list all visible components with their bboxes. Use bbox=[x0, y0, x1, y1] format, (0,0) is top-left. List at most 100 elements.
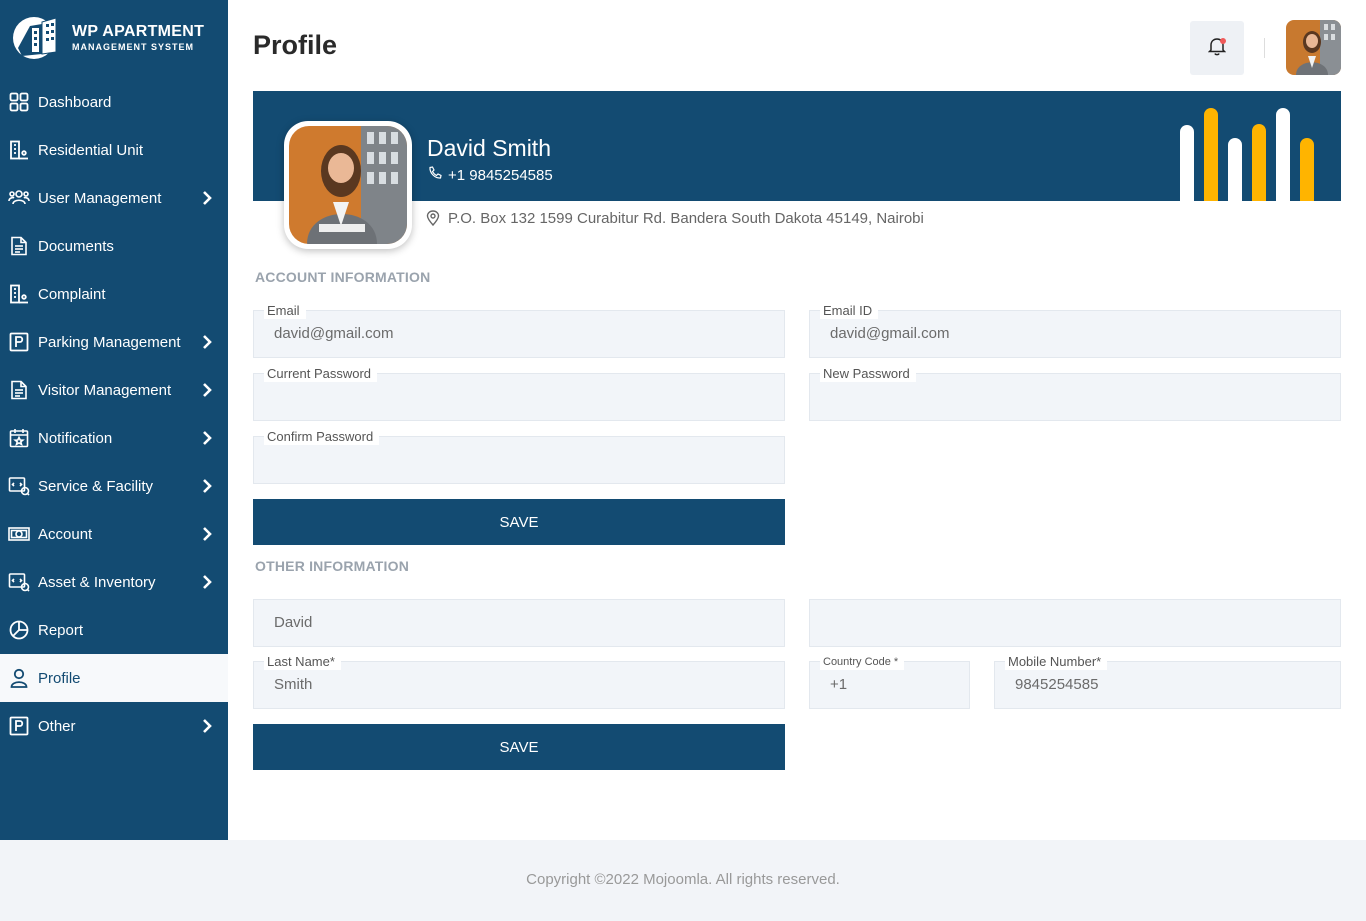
sidebar-item-label: Other bbox=[38, 717, 76, 735]
sidebar-item-service-facility[interactable]: Service & Facility bbox=[0, 462, 228, 510]
email-id-field[interactable]: Email ID david@gmail.com bbox=[809, 303, 1341, 358]
brand-subtitle: MANAGEMENT SYSTEM bbox=[72, 42, 195, 52]
sidebar-item-other[interactable]: Other bbox=[0, 702, 228, 750]
sidebar-item-documents[interactable]: Documents bbox=[0, 222, 228, 270]
pie-chart-icon bbox=[8, 619, 30, 641]
email-id-label: Email ID bbox=[820, 303, 879, 319]
chevron-right-icon bbox=[200, 526, 214, 542]
main-content: Profile David Smith +1 9845254585 P.O. B… bbox=[228, 0, 1366, 840]
sidebar-item-label: Notification bbox=[38, 429, 113, 447]
sidebar-item-label: Visitor Management bbox=[38, 381, 172, 399]
sidebar-item-complaint[interactable]: Complaint bbox=[0, 270, 228, 318]
account-section-title: ACCOUNT INFORMATION bbox=[255, 269, 431, 285]
profile-address: P.O. Box 132 1599 Curabitur Rd. Bandera … bbox=[426, 207, 926, 233]
parking-icon bbox=[8, 331, 30, 353]
sidebar-nav: Dashboard Residential Unit User Manageme… bbox=[0, 78, 228, 750]
sidebar-item-label: Residential Unit bbox=[38, 141, 144, 159]
notification-dot bbox=[1220, 38, 1226, 44]
decor-bar bbox=[1252, 124, 1266, 201]
sidebar-item-label: User Management bbox=[38, 189, 162, 207]
page-title: Profile bbox=[253, 30, 338, 60]
sidebar-item-label: Report bbox=[38, 621, 84, 639]
current-password-label: Current Password bbox=[264, 366, 378, 382]
sidebar-item-visitor-management[interactable]: Visitor Management bbox=[0, 366, 228, 414]
last-name-value: Smith bbox=[274, 676, 313, 693]
header-divider bbox=[1264, 38, 1265, 58]
money-icon bbox=[8, 523, 30, 545]
chevron-right-icon bbox=[200, 430, 214, 446]
profile-phone-value: +1 9845254585 bbox=[448, 166, 553, 184]
new-password-field[interactable]: New Password bbox=[809, 366, 1341, 421]
last-name-field[interactable]: Last Name* Smith bbox=[253, 654, 785, 709]
new-password-label: New Password bbox=[820, 366, 916, 382]
sidebar-item-notification[interactable]: Notification bbox=[0, 414, 228, 462]
sidebar-item-asset-inventory[interactable]: Asset & Inventory bbox=[0, 558, 228, 606]
location-pin-icon bbox=[426, 210, 440, 233]
profile-name: David Smith bbox=[427, 135, 551, 161]
brand-title: WP APARTMENT bbox=[72, 23, 205, 40]
sidebar-item-label: Documents bbox=[38, 237, 114, 255]
sidebar-item-label: Account bbox=[38, 525, 93, 543]
sidebar: WP APARTMENT MANAGEMENT SYSTEM Dashboard… bbox=[0, 0, 228, 840]
sidebar-item-profile[interactable]: Profile bbox=[0, 654, 228, 702]
current-password-field[interactable]: Current Password bbox=[253, 366, 785, 421]
copyright-text: Copyright ©2022 Mojoomla. All rights res… bbox=[526, 871, 840, 888]
email-field[interactable]: Email david@gmail.com bbox=[253, 303, 785, 358]
country-code-field[interactable]: Country Code * +1 bbox=[809, 654, 970, 709]
chevron-right-icon bbox=[200, 190, 214, 206]
sidebar-item-label: Dashboard bbox=[38, 93, 112, 111]
sidebar-item-account[interactable]: Account bbox=[0, 510, 228, 558]
avatar[interactable] bbox=[1286, 20, 1341, 75]
sidebar-item-label: Asset & Inventory bbox=[38, 573, 156, 591]
sidebar-item-label: Parking Management bbox=[38, 333, 181, 351]
dashboard-icon bbox=[8, 91, 30, 113]
asset-icon bbox=[8, 571, 30, 593]
chevron-right-icon bbox=[200, 574, 214, 590]
profile-phone: +1 9845254585 bbox=[428, 166, 553, 184]
decor-bar bbox=[1276, 108, 1290, 201]
service-icon bbox=[8, 475, 30, 497]
sidebar-item-user-management[interactable]: User Management bbox=[0, 174, 228, 222]
chevron-right-icon bbox=[200, 334, 214, 350]
calendar-star-icon bbox=[8, 427, 30, 449]
chevron-right-icon bbox=[200, 718, 214, 734]
sidebar-item-label: Profile bbox=[38, 669, 81, 687]
sidebar-item-label: Service & Facility bbox=[38, 477, 154, 495]
confirm-password-label: Confirm Password bbox=[264, 429, 380, 445]
visitor-icon bbox=[8, 379, 30, 401]
chevron-right-icon bbox=[200, 478, 214, 494]
notification-button[interactable] bbox=[1190, 21, 1244, 75]
profile-photo[interactable] bbox=[284, 121, 412, 249]
sidebar-item-dashboard[interactable]: Dashboard bbox=[0, 78, 228, 126]
building-logo-icon bbox=[12, 14, 70, 62]
first-name-value: David bbox=[274, 614, 313, 631]
decor-bar bbox=[1300, 138, 1314, 201]
decor-bar bbox=[1180, 125, 1194, 201]
mobile-number-field[interactable]: Mobile Number* 9845254585 bbox=[994, 654, 1341, 709]
other-section-title: OTHER INFORMATION bbox=[255, 558, 410, 574]
sidebar-item-report[interactable]: Report bbox=[0, 606, 228, 654]
confirm-password-field[interactable]: Confirm Password bbox=[253, 429, 785, 484]
profile-address-text: P.O. Box 132 1599 Curabitur Rd. Bandera … bbox=[448, 210, 924, 227]
parking-icon bbox=[8, 715, 30, 737]
user-icon bbox=[8, 667, 30, 689]
complaint-icon bbox=[8, 283, 30, 305]
last-name-label: Last Name* bbox=[264, 654, 341, 670]
email-value: david@gmail.com bbox=[274, 325, 394, 342]
sidebar-item-parking-management[interactable]: Parking Management bbox=[0, 318, 228, 366]
save-other-button[interactable]: SAVE bbox=[253, 724, 785, 770]
brand-logo[interactable]: WP APARTMENT MANAGEMENT SYSTEM bbox=[12, 12, 222, 64]
middle-name-field[interactable] bbox=[809, 599, 1341, 647]
decor-bar bbox=[1228, 138, 1242, 201]
building-icon bbox=[8, 139, 30, 161]
sidebar-item-residential-unit[interactable]: Residential Unit bbox=[0, 126, 228, 174]
sidebar-item-label: Complaint bbox=[38, 285, 106, 303]
save-account-button[interactable]: SAVE bbox=[253, 499, 785, 545]
first-name-field[interactable]: David bbox=[253, 599, 785, 647]
mobile-number-label: Mobile Number* bbox=[1005, 654, 1108, 670]
users-icon bbox=[8, 187, 30, 209]
footer: Copyright ©2022 Mojoomla. All rights res… bbox=[0, 840, 1366, 921]
email-id-value: david@gmail.com bbox=[830, 325, 950, 342]
document-icon bbox=[8, 235, 30, 257]
mobile-number-value: 9845254585 bbox=[1015, 676, 1099, 693]
